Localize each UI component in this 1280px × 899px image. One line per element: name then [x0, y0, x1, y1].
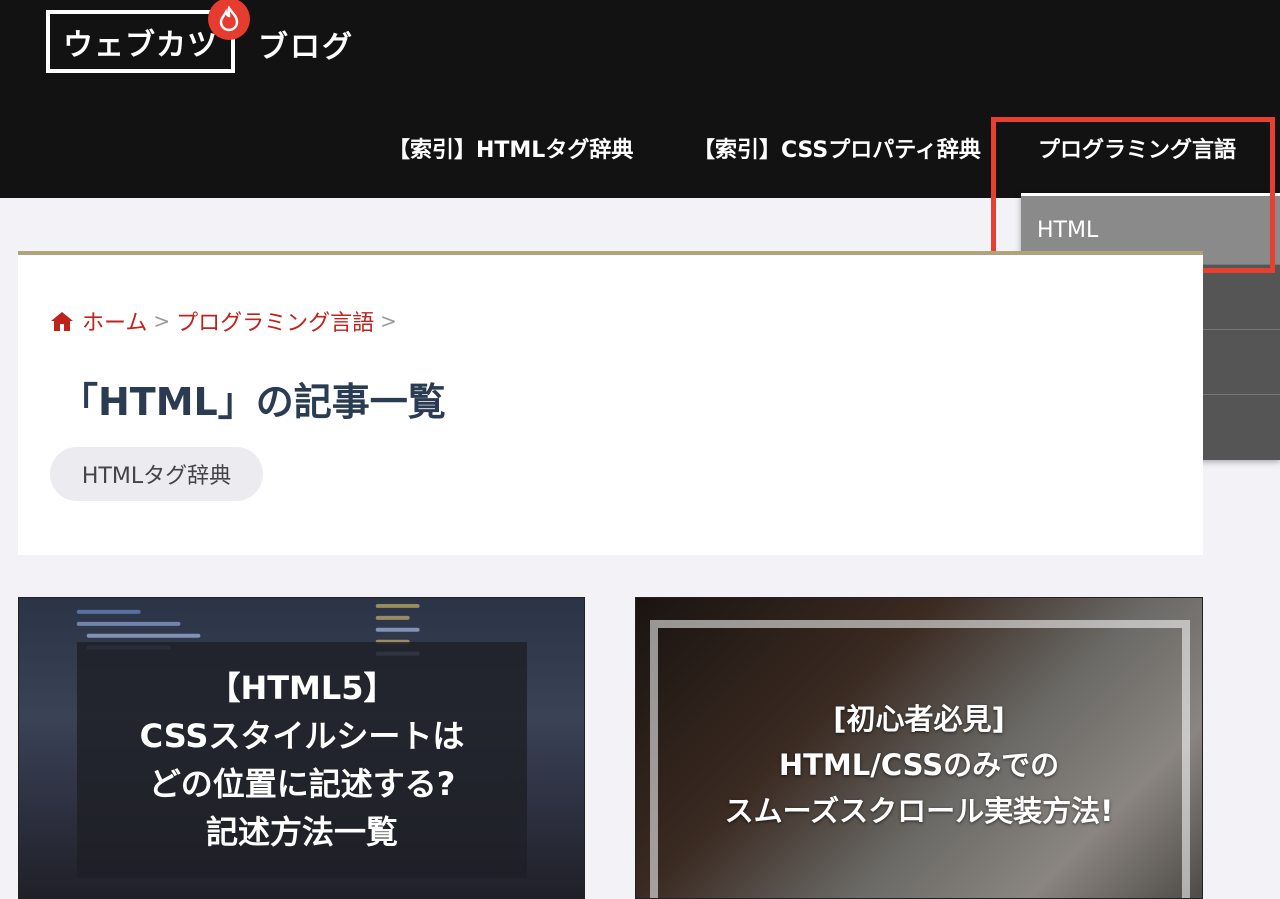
card-title-line: スムーズスクロール実装方法! — [724, 794, 1114, 828]
archive-header-panel: ホーム > プログラミング言語 > 「HTML」の記事一覧 HTMLタグ辞典 — [18, 251, 1203, 555]
card-title-overlay: 【HTML5】 CSSスタイルシートは どの位置に記述する? 記述方法一覧 — [77, 642, 527, 878]
nav-programming-languages[interactable]: プログラミング言語 — [1038, 132, 1236, 164]
breadcrumb-separator: > — [380, 309, 397, 333]
card-title-line: 記述方法一覧 — [205, 813, 398, 851]
nav-css-property-index[interactable]: 【索引】CSSプロパティ辞典 — [693, 132, 981, 164]
flame-icon — [208, 0, 250, 40]
breadcrumb-separator: > — [153, 309, 171, 333]
card-title-line: [初心者必見] — [833, 702, 1005, 736]
home-icon — [51, 312, 73, 331]
article-card[interactable]: [初心者必見] HTML/CSSのみでの スムーズスクロール実装方法! — [635, 597, 1203, 899]
card-title-line: どの位置に記述する? — [148, 765, 456, 803]
card-title-line: 【HTML5】 — [208, 669, 396, 707]
page-title: 「HTML」の記事一覧 — [60, 380, 446, 424]
card-title-line: HTML/CSSのみでの — [778, 748, 1060, 782]
article-card[interactable]: 【HTML5】 CSSスタイルシートは どの位置に記述する? 記述方法一覧 — [18, 597, 585, 899]
site-logo[interactable]: ウェブカツ ブログ — [46, 0, 356, 76]
breadcrumb-home[interactable]: ホーム — [82, 305, 147, 337]
site-header: ウェブカツ ブログ 【索引】HTMLタグ辞典 【索引】CSSプロパティ辞典 プロ… — [0, 0, 1280, 198]
breadcrumb-category[interactable]: プログラミング言語 — [176, 305, 374, 337]
logo-subtext: ブログ — [258, 30, 354, 65]
nav-html-tag-index[interactable]: 【索引】HTMLタグ辞典 — [388, 132, 633, 164]
card-title-overlay: [初心者必見] HTML/CSSのみでの スムーズスクロール実装方法! — [636, 696, 1202, 834]
main-nav: 【索引】HTMLタグ辞典 【索引】CSSプロパティ辞典 プログラミング言語 — [0, 132, 1280, 168]
logo-text: ウェブカツ — [46, 10, 235, 73]
card-title-line: CSSスタイルシートは — [139, 717, 465, 755]
tag-chip[interactable]: HTMLタグ辞典 — [50, 447, 263, 501]
breadcrumb: ホーム > プログラミング言語 > — [50, 305, 403, 337]
